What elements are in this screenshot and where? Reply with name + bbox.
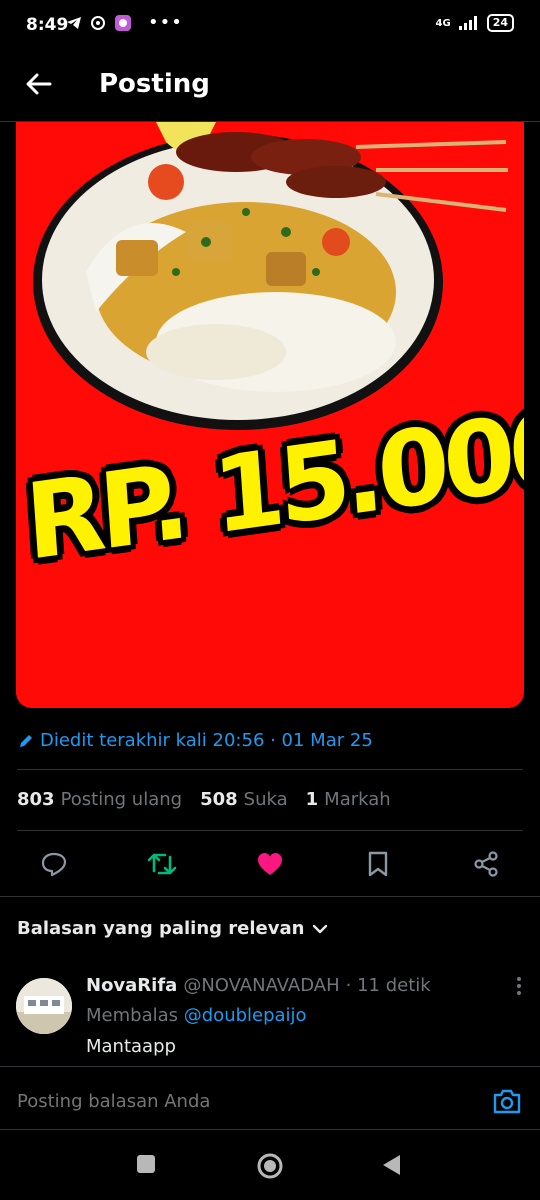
bookmark-icon [368,851,388,877]
home-button[interactable] [256,1152,284,1184]
vpn-icon [91,16,105,30]
telegram-icon [67,17,81,29]
reply-text: Mantaapp [86,1036,176,1057]
status-time: 8:49 [26,15,69,35]
reply-item[interactable]: NovaRifa @NOVANAVADAH · 11 detik Membala… [0,970,540,1065]
post-stats: 803 Posting ulang 508 Suka 1 Markah [17,789,409,810]
replying-to: Membalas @doublepaijo [86,1005,307,1026]
camera-icon [493,1089,521,1114]
reply-icon [41,852,67,877]
replying-mention[interactable]: @doublepaijo [184,1005,307,1026]
reposts-count: 803 [17,789,55,810]
reply-input[interactable] [17,1091,457,1112]
app-icon [115,15,131,31]
recents-button[interactable] [136,1154,156,1178]
home-circle-icon [257,1153,283,1179]
bookmarks-count: 1 [305,789,319,810]
arrow-left-icon [26,73,52,95]
bookmark-button[interactable] [362,848,394,880]
likes-stat[interactable]: 508 Suka [200,789,288,810]
share-button[interactable] [470,848,502,880]
likes-count: 508 [200,789,238,810]
like-button[interactable] [254,848,286,880]
bookmarks-label: Markah [324,789,391,810]
reposts-stat[interactable]: 803 Posting ulang [17,789,182,810]
more-vertical-icon [517,977,521,995]
status-notification-icons [66,14,132,32]
heart-icon [258,853,282,875]
reply-header: NovaRifa @NOVANAVADAH · 11 detik [86,975,431,996]
system-nav-bar [0,1130,540,1200]
more-notifications-icon: ••• [148,12,183,33]
signal-icon [458,16,477,30]
reply-author-name[interactable]: NovaRifa [86,975,177,996]
likes-label: Suka [243,789,288,810]
more-options-button[interactable] [516,976,522,1001]
camera-button[interactable] [492,1087,522,1115]
repost-button[interactable] [146,848,178,880]
avatar-image [16,978,72,1034]
post-image[interactable]: RP. 15.000 [16,122,524,708]
network-label: 4G [435,17,451,29]
reply-button[interactable] [38,848,70,880]
chevron-down-icon [313,924,328,933]
replies-sort-dropdown[interactable]: Balasan yang paling relevan [17,918,328,939]
top-bar: Posting [0,55,540,117]
edited-text: Diedit terakhir kali 20:56 · 01 Mar 25 [40,730,373,751]
actions-divider [0,896,540,897]
status-bar: 8:49 ••• 4G 24 [0,0,540,52]
avatar[interactable] [16,978,72,1034]
page-title: Posting [99,69,210,99]
battery-level: 24 [486,14,514,32]
reposts-label: Posting ulang [60,789,183,810]
post-actions [0,842,540,886]
bookmarks-stat[interactable]: 1 Markah [306,789,391,810]
share-icon [474,851,498,877]
repost-icon [147,853,177,875]
edited-note[interactable]: Diedit terakhir kali 20:56 · 01 Mar 25 [18,730,373,751]
replying-prefix: Membalas [86,1005,179,1026]
compose-reply-bar [0,1066,540,1130]
stats-divider [17,830,523,831]
status-right-icons: 4G 24 [436,14,514,32]
sort-label: Balasan yang paling relevan [17,918,305,939]
reply-time: · 11 detik [345,975,431,996]
square-icon [137,1155,155,1173]
back-nav-button[interactable] [382,1154,402,1180]
reply-author-handle[interactable]: @NOVANAVADAH [183,975,339,996]
triangle-back-icon [383,1155,400,1175]
edited-divider [17,769,523,770]
pencil-icon [20,734,32,747]
back-button[interactable] [22,67,56,101]
